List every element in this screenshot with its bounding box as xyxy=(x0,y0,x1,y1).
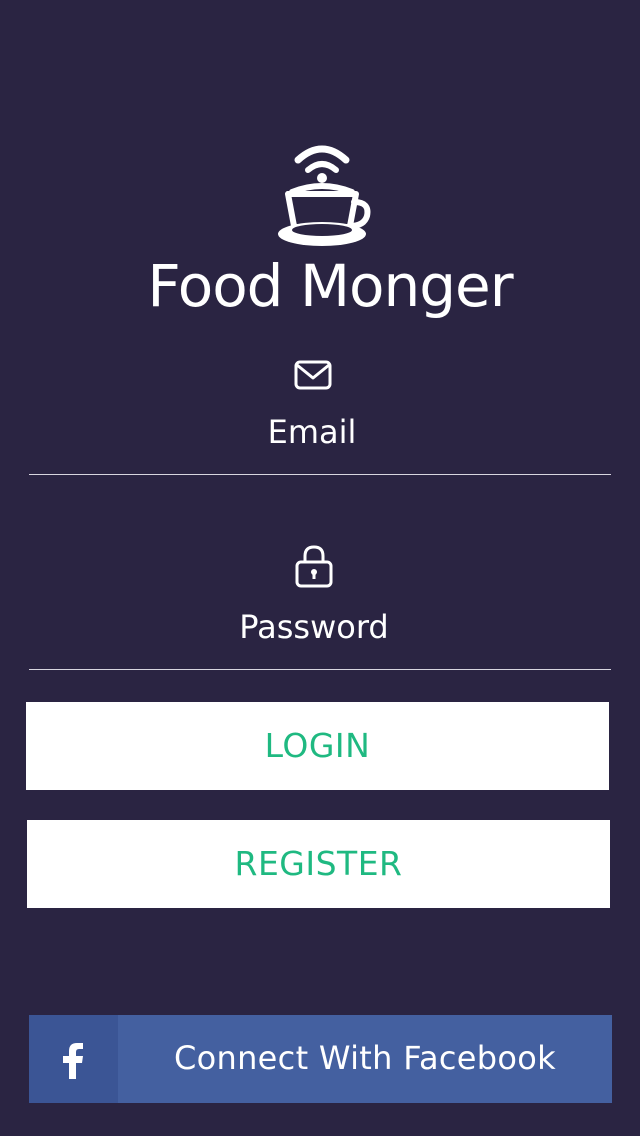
facebook-f-icon xyxy=(63,1043,83,1079)
email-input[interactable] xyxy=(21,410,603,454)
password-input[interactable] xyxy=(23,605,605,649)
register-button[interactable]: REGISTER xyxy=(27,820,610,908)
email-field[interactable] xyxy=(21,350,611,475)
coffee-cup-wifi-icon xyxy=(278,145,371,246)
connect-facebook-button[interactable]: Connect With Facebook xyxy=(29,1015,612,1103)
login-button[interactable]: LOGIN xyxy=(26,702,609,790)
envelope-icon xyxy=(294,360,332,390)
logo xyxy=(270,140,374,250)
app-title: Food Monger xyxy=(147,252,513,320)
lock-icon xyxy=(295,545,333,588)
facebook-icon-box xyxy=(29,1015,118,1103)
password-field[interactable] xyxy=(23,540,611,670)
facebook-button-label: Connect With Facebook xyxy=(174,1039,556,1077)
